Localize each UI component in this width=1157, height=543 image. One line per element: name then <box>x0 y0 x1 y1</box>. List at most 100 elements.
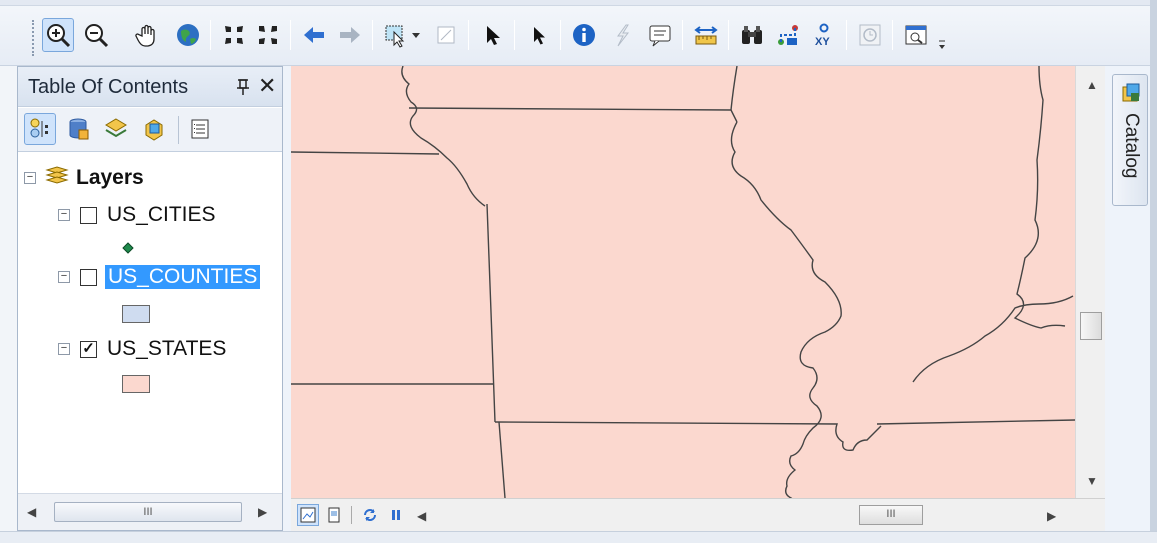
toc-options-button[interactable] <box>184 113 216 145</box>
list-by-visibility-icon <box>105 118 127 138</box>
layer-visibility-checkbox[interactable] <box>80 268 97 286</box>
go-to-xy-icon: XY <box>815 23 830 48</box>
list-by-source-icon <box>69 118 89 140</box>
layers-frame-icon <box>44 165 70 190</box>
full-extent-icon <box>177 24 199 46</box>
refresh-button[interactable] <box>359 504 381 526</box>
html-popup-tool[interactable] <box>644 18 676 52</box>
fixed-zoom-in-tool[interactable] <box>218 18 250 52</box>
scroll-thumb[interactable]: III <box>54 502 242 522</box>
window-left-edge <box>0 66 17 531</box>
toolbar-grip[interactable] <box>32 20 36 56</box>
list-by-visibility-button[interactable] <box>100 113 132 145</box>
collapse-icon[interactable]: − <box>58 209 70 221</box>
layer-visibility-checkbox[interactable] <box>80 206 97 224</box>
svg-text:XY: XY <box>815 36 830 48</box>
html-popup-icon <box>649 25 671 47</box>
find-route-icon <box>778 25 798 45</box>
scroll-left-icon[interactable]: ◀ <box>27 505 36 519</box>
select-features-icon <box>385 25 420 48</box>
list-by-source-button[interactable] <box>62 113 94 145</box>
point-symbol-icon[interactable] <box>122 241 134 259</box>
toc-tree: − Layers − US_CITIES − US_COUNTIES − ✓ U… <box>18 153 282 488</box>
refresh-icon <box>364 509 376 521</box>
data-view-button[interactable] <box>297 504 319 526</box>
menu-strip <box>0 0 1157 6</box>
collapse-icon[interactable]: − <box>58 343 70 355</box>
find-route-tool[interactable] <box>772 18 804 52</box>
pause-drawing-button[interactable] <box>385 504 407 526</box>
map-bottom-bar: ◀ III ▶ <box>291 498 1105 531</box>
time-slider-icon <box>859 24 881 46</box>
fixed-zoom-out-tool[interactable] <box>252 18 284 52</box>
layout-view-button[interactable] <box>323 504 345 526</box>
table-of-contents-panel: Table Of Contents ✕ − Layers − US_CITIES… <box>17 66 283 531</box>
find-tool[interactable] <box>736 18 768 52</box>
data-view-icon <box>300 507 316 523</box>
scroll-up-icon[interactable]: ▲ <box>1086 78 1098 92</box>
select-cursor-icon <box>534 27 545 45</box>
back-extent-icon <box>304 27 324 43</box>
scroll-right-icon[interactable]: ▶ <box>258 505 267 519</box>
find-icon <box>742 26 762 44</box>
identify-icon <box>573 24 595 46</box>
layer-row-us-states[interactable]: − ✓ US_STATES <box>58 337 226 361</box>
scroll-right-icon[interactable]: ▶ <box>1047 509 1056 523</box>
fixed-zoom-in-icon <box>225 26 243 44</box>
collapse-icon[interactable]: − <box>58 271 70 283</box>
pan-icon <box>135 24 155 47</box>
time-slider-tool[interactable] <box>854 18 886 52</box>
hyperlink-tool[interactable] <box>606 18 638 52</box>
pan-tool[interactable] <box>132 18 164 52</box>
toc-horizontal-scrollbar[interactable]: ◀ III ▶ <box>18 493 282 530</box>
polygon-symbol-swatch[interactable] <box>122 375 150 393</box>
layer-visibility-checkbox[interactable]: ✓ <box>80 340 97 358</box>
forward-extent-icon <box>340 27 360 43</box>
layers-root[interactable]: − Layers <box>24 165 144 190</box>
measure-tool[interactable] <box>690 18 722 52</box>
zoom-in-tool[interactable] <box>42 18 74 52</box>
scroll-down-icon[interactable]: ▼ <box>1086 474 1098 488</box>
scroll-left-icon[interactable]: ◀ <box>417 509 426 523</box>
clear-selection-tool[interactable] <box>430 18 462 52</box>
select-cursor-tool[interactable] <box>522 18 554 52</box>
layer-row-us-counties[interactable]: − US_COUNTIES <box>58 265 261 289</box>
close-icon[interactable]: ✕ <box>258 73 276 99</box>
select-elements-icon <box>487 26 500 45</box>
create-viewer-tool[interactable] <box>900 18 932 52</box>
toc-title-bar: Table Of Contents ✕ <box>18 67 282 107</box>
map-vertical-scrollbar[interactable]: ▲ ▼ <box>1075 66 1105 498</box>
window-right-edge <box>1150 0 1157 543</box>
toc-toolbar <box>18 108 282 152</box>
list-by-drawing-order-icon <box>30 118 48 138</box>
layers-root-label: Layers <box>76 165 144 189</box>
pause-icon <box>392 510 400 520</box>
clear-selection-icon <box>437 26 455 44</box>
back-extent-tool[interactable] <box>298 18 330 52</box>
layer-label-selected: US_COUNTIES <box>105 265 261 289</box>
zoom-out-tool[interactable] <box>80 18 112 52</box>
full-extent-tool[interactable] <box>172 18 204 52</box>
layer-label: US_STATES <box>107 337 227 360</box>
list-by-drawing-order-button[interactable] <box>24 113 56 145</box>
catalog-side-tab[interactable]: Catalog <box>1112 74 1148 206</box>
layer-row-us-cities[interactable]: − US_CITIES <box>58 203 216 227</box>
collapse-icon[interactable]: − <box>24 171 36 184</box>
catalog-icon <box>1121 83 1141 108</box>
layer-label: US_CITIES <box>107 203 216 226</box>
scroll-thumb[interactable] <box>1080 312 1102 340</box>
map-display[interactable] <box>291 66 1075 498</box>
select-features-tool[interactable] <box>380 18 426 52</box>
map-horizontal-scroll-thumb[interactable]: III <box>859 505 923 525</box>
forward-extent-tool[interactable] <box>334 18 366 52</box>
toolbar-options-icon[interactable] <box>938 36 946 52</box>
identify-tool[interactable] <box>568 18 600 52</box>
go-to-xy-tool[interactable]: XY <box>808 18 840 52</box>
list-by-selection-button[interactable] <box>138 113 170 145</box>
pin-icon[interactable] <box>236 76 250 101</box>
list-by-selection-icon <box>145 119 163 141</box>
state-boundaries <box>291 66 1075 498</box>
select-elements-tool[interactable] <box>476 18 508 52</box>
options-icon <box>191 119 209 139</box>
polygon-symbol-swatch[interactable] <box>122 305 150 323</box>
